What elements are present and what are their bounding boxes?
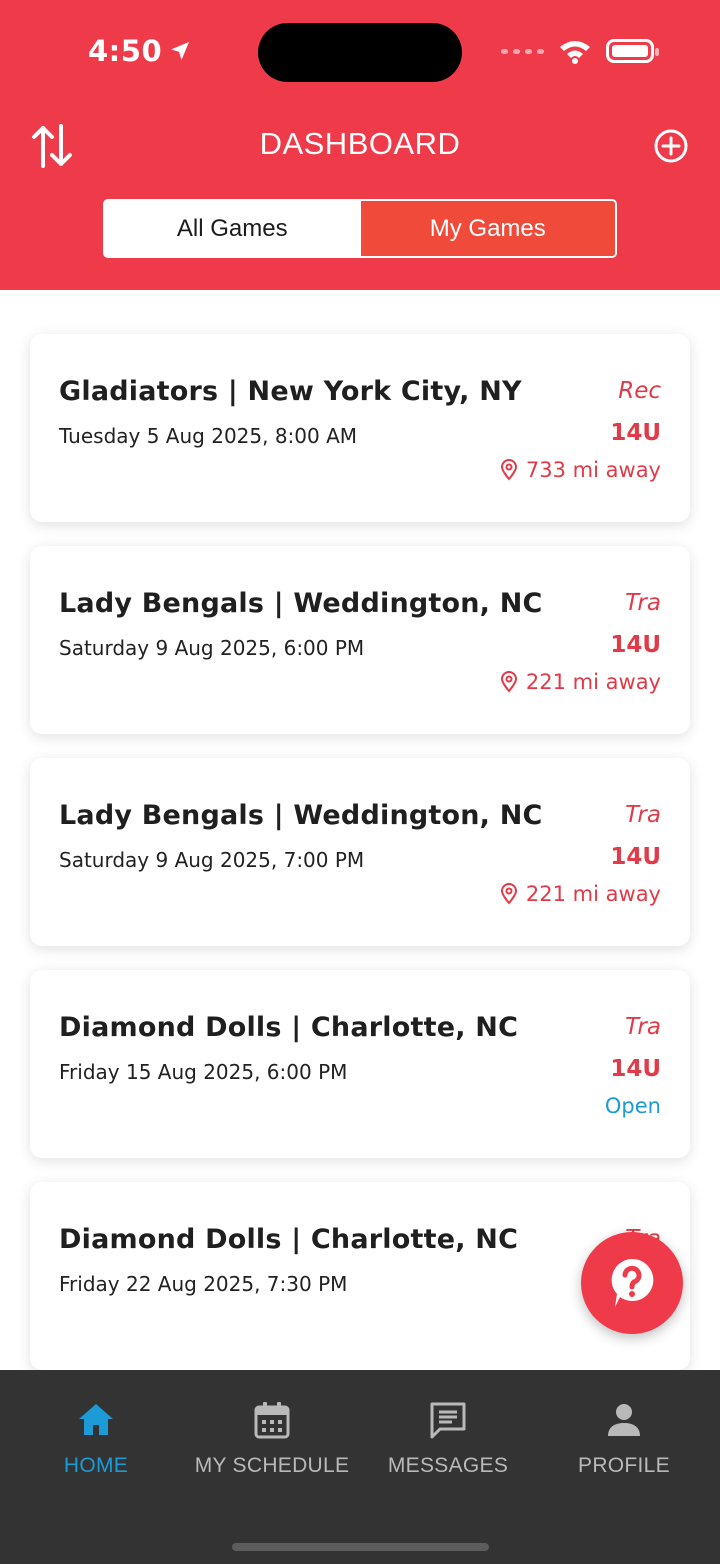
- game-card[interactable]: Lady Bengals | Weddington, NC Saturday 9…: [30, 546, 690, 734]
- game-distance: 733 mi away: [500, 458, 661, 482]
- game-distance: 221 mi away: [500, 670, 661, 694]
- calendar-icon: [254, 1402, 290, 1439]
- game-type: Tra: [625, 1014, 661, 1040]
- tab-all-games[interactable]: All Games: [105, 201, 360, 256]
- game-datetime: Saturday 9 Aug 2025, 6:00 PM: [59, 636, 365, 660]
- nav-label: HOME: [63, 1454, 129, 1477]
- app-header: 4:50 DASHBOARD All Games My Games: [0, 0, 720, 290]
- help-bubble-icon: [611, 1258, 654, 1307]
- game-card[interactable]: Diamond Dolls | Charlotte, NC Friday 15 …: [30, 970, 690, 1158]
- games-list[interactable]: Gladiators | New York City, NY Tuesday 5…: [0, 290, 720, 1370]
- nav-label: MESSAGES: [387, 1454, 509, 1477]
- nav-home[interactable]: HOME: [6, 1370, 186, 1490]
- nav-profile[interactable]: PROFILE: [534, 1370, 714, 1490]
- wifi-icon: [560, 41, 590, 64]
- game-distance-text: 221 mi away: [525, 670, 661, 694]
- game-distance-text: 733 mi away: [525, 458, 661, 482]
- help-button[interactable]: [581, 1232, 683, 1334]
- map-pin-icon: [500, 883, 517, 905]
- game-title: Diamond Dolls | Charlotte, NC: [59, 1012, 519, 1043]
- game-card[interactable]: Lady Bengals | Weddington, NC Saturday 9…: [30, 758, 690, 946]
- game-datetime: Tuesday 5 Aug 2025, 8:00 AM: [59, 424, 358, 448]
- game-title: Lady Bengals | Weddington, NC: [59, 588, 543, 619]
- battery-icon: [606, 39, 659, 63]
- game-age-group: 14U: [610, 844, 661, 870]
- game-distance: 221 mi away: [500, 882, 661, 906]
- person-icon: [608, 1404, 640, 1436]
- dynamic-island: [258, 23, 462, 82]
- home-indicator: [232, 1543, 489, 1551]
- game-distance-text: 221 mi away: [525, 882, 661, 906]
- game-card[interactable]: Gladiators | New York City, NY Tuesday 5…: [30, 334, 690, 522]
- game-age-group: 14U: [610, 632, 661, 658]
- game-datetime: Friday 15 Aug 2025, 6:00 PM: [59, 1060, 348, 1084]
- message-icon: [430, 1402, 466, 1439]
- nav-my-schedule[interactable]: MY SCHEDULE: [182, 1370, 362, 1490]
- status-indicators: [501, 38, 659, 64]
- nav-messages[interactable]: MESSAGES: [358, 1370, 538, 1490]
- game-type: Rec: [618, 378, 661, 404]
- signal-icon: [501, 48, 544, 54]
- nav-label: PROFILE: [578, 1454, 670, 1477]
- game-title: Diamond Dolls | Charlotte, NC: [59, 1224, 519, 1255]
- game-type: Tra: [625, 802, 661, 828]
- add-game-button[interactable]: [653, 128, 689, 164]
- bottom-nav: HOME MY SCHEDULE MESSAGES PROFILE: [0, 1370, 720, 1564]
- page-title: DASHBOARD: [259, 126, 461, 161]
- home-icon: [79, 1404, 113, 1435]
- game-age-group: 14U: [610, 1056, 661, 1082]
- map-pin-icon: [500, 671, 517, 693]
- games-filter-tabs: All Games My Games: [103, 199, 617, 258]
- game-datetime: Saturday 9 Aug 2025, 7:00 PM: [59, 848, 365, 872]
- game-title: Lady Bengals | Weddington, NC: [59, 800, 543, 831]
- tab-my-games[interactable]: My Games: [359, 201, 615, 256]
- status-time: 4:50: [88, 34, 192, 68]
- game-title: Gladiators | New York City, NY: [59, 376, 522, 407]
- game-datetime: Friday 22 Aug 2025, 7:30 PM: [59, 1272, 348, 1296]
- nav-label: MY SCHEDULE: [194, 1454, 350, 1477]
- game-type: Tra: [625, 590, 661, 616]
- location-arrow-icon: [171, 42, 190, 60]
- map-pin-icon: [500, 459, 517, 481]
- game-status: Open: [604, 1094, 661, 1118]
- game-age-group: 14U: [610, 420, 661, 446]
- status-time-text: 4:50: [88, 34, 163, 68]
- plus-circle-icon: [654, 129, 688, 163]
